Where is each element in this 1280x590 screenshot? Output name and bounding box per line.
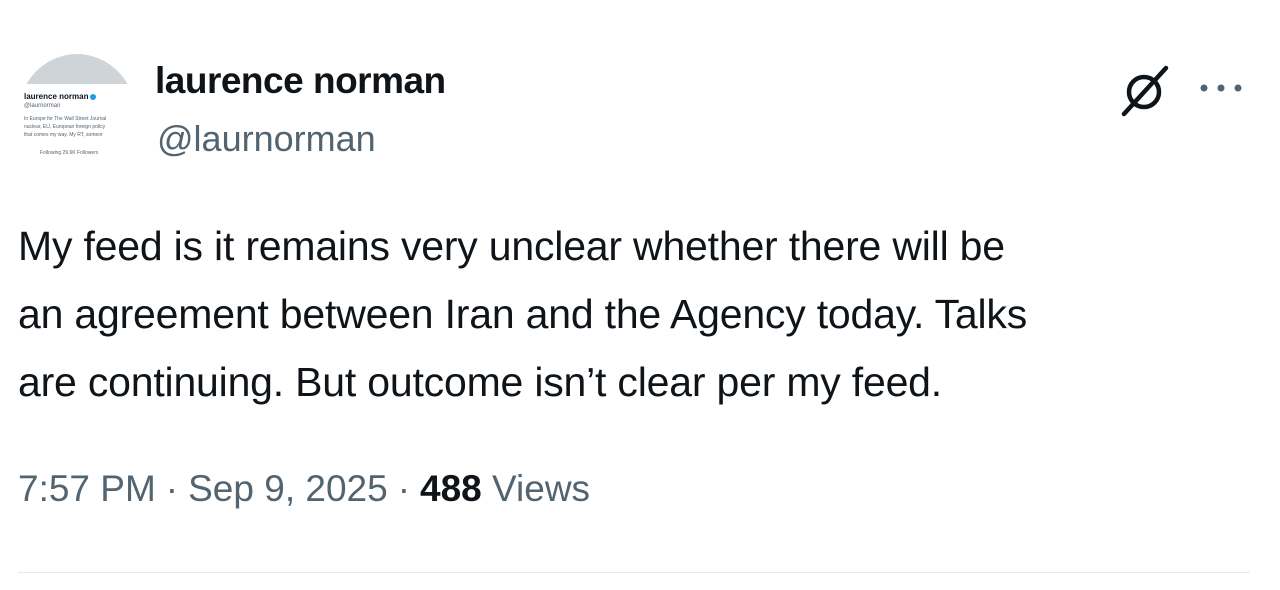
tweet-card: laurence norman @laurnorman In Europe fo… xyxy=(0,0,1280,590)
meta-separator: · xyxy=(165,468,179,509)
author-handle[interactable]: @laurnorman xyxy=(157,118,376,160)
tweet-meta: 7:57 PM · Sep 9, 2025 · 488 Views xyxy=(18,468,590,510)
divider xyxy=(18,572,1250,573)
avatar-mini-bio-1: In Europe for The Wall Street Journal xyxy=(24,116,107,122)
tweet-text: My feed is it remains very unclear wheth… xyxy=(18,223,1028,405)
tweet-date[interactable]: Sep 9, 2025 xyxy=(188,468,388,509)
grok-icon[interactable] xyxy=(1118,62,1174,118)
views-label[interactable]: Views xyxy=(492,468,590,509)
avatar[interactable]: laurence norman @laurnorman In Europe fo… xyxy=(18,54,136,178)
avatar-mini-stats: Following 29.6K Followers xyxy=(40,150,99,156)
author-display-name[interactable]: laurence norman xyxy=(155,60,446,102)
avatar-mini-name: laurence norman xyxy=(24,92,97,101)
avatar-mini-bio-2: nuclear, EU, European foreign policy xyxy=(24,124,106,130)
views-count[interactable]: 488 xyxy=(420,468,482,509)
meta-separator: · xyxy=(397,468,411,509)
verified-badge-icon xyxy=(90,93,97,100)
more-icon[interactable] xyxy=(1196,76,1246,100)
tweet-time[interactable]: 7:57 PM xyxy=(18,468,156,509)
avatar-mini-bio-3: that comes my way. My RT, someor xyxy=(24,132,103,138)
avatar-banner xyxy=(18,54,136,84)
avatar-mini-handle: @laurnorman xyxy=(24,103,61,109)
